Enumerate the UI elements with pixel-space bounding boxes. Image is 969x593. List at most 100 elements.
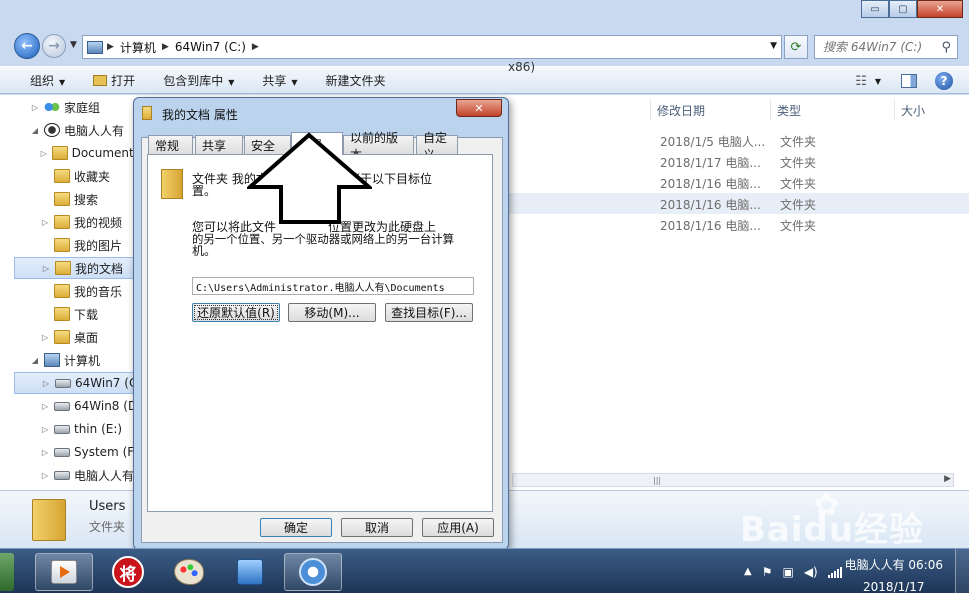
- drive-icon: [54, 401, 70, 411]
- expand-arrow-icon[interactable]: ▷: [41, 264, 51, 273]
- column-header-size[interactable]: 大小: [894, 99, 969, 121]
- nav-pictures[interactable]: 我的图片: [0, 234, 140, 256]
- table-row[interactable]: 2018/1/5 电脑人... 文件夹: [490, 130, 969, 151]
- taskbar-media-player[interactable]: [35, 553, 93, 591]
- expand-arrow-icon[interactable]: ▷: [41, 379, 51, 388]
- folder-icon: [54, 330, 70, 344]
- preview-pane-icon[interactable]: [901, 74, 917, 88]
- refresh-button[interactable]: ⟳: [784, 35, 808, 59]
- taskbar-paint[interactable]: [160, 553, 218, 591]
- find-target-button[interactable]: 查找目标(F)...: [385, 303, 473, 322]
- chevron-down-icon[interactable]: ▼: [875, 77, 881, 86]
- tab-sharing[interactable]: 共享: [195, 135, 243, 155]
- tab-general[interactable]: 常规: [148, 135, 193, 155]
- minimize-button[interactable]: ▭: [861, 0, 889, 18]
- row-type: 文件夹: [780, 198, 817, 212]
- table-row[interactable]: 2018/1/17 电脑... 文件夹: [490, 151, 969, 172]
- move-button[interactable]: 移动(M)...: [288, 303, 376, 322]
- breadcrumb-drive-c[interactable]: 64Win7 (C:): [175, 40, 246, 54]
- target-path-field[interactable]: [192, 277, 474, 295]
- expand-arrow-icon[interactable]: ▷: [30, 103, 40, 112]
- new-folder-button[interactable]: 新建文件夹: [312, 72, 400, 89]
- open-button[interactable]: 打开: [79, 72, 149, 89]
- nav-homegroup[interactable]: ▷ 家庭组: [0, 96, 140, 118]
- clipboard-icon[interactable]: ▣: [782, 565, 793, 579]
- nav-label: 收藏夹: [74, 169, 111, 184]
- nav-videos[interactable]: ▷ 我的视频: [0, 211, 140, 233]
- start-button[interactable]: [0, 553, 14, 591]
- help-icon[interactable]: ?: [935, 72, 953, 90]
- breadcrumb-computer[interactable]: 计算机: [120, 39, 156, 56]
- expand-arrow-icon[interactable]: ▷: [40, 471, 50, 480]
- nav-downloads[interactable]: 下载: [0, 303, 140, 325]
- forward-button[interactable]: →: [42, 34, 66, 58]
- column-label: 修改日期: [657, 103, 706, 118]
- horizontal-scrollbar[interactable]: ||| ▶: [512, 473, 954, 487]
- row-date: 2018/1/16 电脑...: [660, 177, 761, 191]
- collapse-arrow-icon[interactable]: ◢: [30, 356, 40, 365]
- nav-my-documents[interactable]: ▷ 我的文档: [14, 257, 140, 279]
- maximize-button[interactable]: ▢: [889, 0, 917, 18]
- nav-desktop[interactable]: ▷ 桌面: [0, 326, 140, 348]
- show-hidden-icons[interactable]: ▲: [744, 566, 752, 577]
- column-label: 大小: [901, 103, 926, 118]
- folder-icon: [32, 499, 66, 541]
- nav-drive-d[interactable]: ▷ 64Win8 (D: [0, 395, 140, 417]
- column-header-date[interactable]: 修改日期: [650, 99, 770, 121]
- scroll-grip-icon[interactable]: |||: [653, 476, 661, 485]
- command-bar: 组织 ▼ 打开 包含到库中 ▼ 共享 ▼ 新建文件夹 ☷ ▼ ?: [0, 66, 969, 94]
- search-input[interactable]: [823, 40, 935, 54]
- expand-arrow-icon[interactable]: ▷: [40, 333, 50, 342]
- taskbar-explorer[interactable]: [284, 553, 342, 591]
- nav-drive-e[interactable]: ▷ thin (E:): [0, 418, 140, 440]
- cancel-button[interactable]: 取消: [341, 518, 413, 537]
- nav-drive-c[interactable]: ▷ 64Win7 (C: [14, 372, 140, 394]
- table-row[interactable]: 2018/1/16 电脑... 文件夹: [490, 214, 969, 235]
- annotation-arrow-shape: [247, 132, 372, 224]
- nav-documents[interactable]: ▷ Documents: [0, 142, 140, 164]
- nav-computer[interactable]: ◢ 计算机: [0, 349, 140, 371]
- clock[interactable]: 电脑人人有 06:06 2018/1/17: [845, 557, 943, 593]
- nav-music[interactable]: 我的音乐: [0, 280, 140, 302]
- move-desc-line3: 机。: [192, 244, 217, 258]
- volume-icon[interactable]: ◀): [804, 565, 818, 579]
- nav-drive-f[interactable]: ▷ System (F:: [0, 441, 140, 463]
- restore-default-button[interactable]: 还原默认值(R): [192, 303, 280, 322]
- nav-drive-g[interactable]: ▷ 电脑人人有: [0, 464, 140, 486]
- expand-arrow-icon[interactable]: ▷: [40, 448, 50, 457]
- taskbar-network[interactable]: [222, 553, 278, 591]
- back-button[interactable]: ←: [14, 33, 40, 59]
- expand-arrow-icon[interactable]: ▷: [40, 218, 50, 227]
- signal-icon[interactable]: [827, 566, 842, 578]
- ok-button[interactable]: 确定: [260, 518, 332, 537]
- new-folder-label: 新建文件夹: [325, 73, 386, 88]
- search-box[interactable]: ⚲: [814, 35, 958, 59]
- address-dropdown[interactable]: ▼: [770, 41, 777, 51]
- taskbar-chess-app[interactable]: 将: [100, 553, 156, 591]
- share-button[interactable]: 共享 ▼: [248, 72, 311, 89]
- nav-favorites[interactable]: 收藏夹: [0, 165, 140, 187]
- table-row[interactable]: 2018/1/16 电脑... 文件夹: [490, 172, 969, 193]
- history-dropdown[interactable]: ▼: [70, 40, 77, 50]
- expand-arrow-icon[interactable]: ▷: [40, 149, 48, 158]
- nav-user[interactable]: ◢ 电脑人人有: [0, 119, 140, 141]
- apply-button[interactable]: 应用(A): [422, 518, 494, 537]
- search-icon[interactable]: ⚲: [941, 40, 951, 55]
- show-desktop-button[interactable]: [955, 549, 969, 593]
- table-row-selected[interactable]: 2018/1/16 电脑... 文件夹: [490, 193, 969, 214]
- organize-button[interactable]: 组织 ▼: [0, 72, 79, 89]
- nav-search[interactable]: 搜索: [0, 188, 140, 210]
- address-bar[interactable]: ▶ 计算机 ▶ 64Win7 (C:) ▶ ▼: [82, 35, 782, 59]
- scroll-right-icon[interactable]: ▶: [944, 474, 951, 484]
- view-options-icon[interactable]: ☷: [855, 74, 867, 89]
- column-header-type[interactable]: 类型: [770, 99, 894, 121]
- row-date: 2018/1/5 电脑人...: [660, 135, 766, 149]
- action-center-icon[interactable]: ⚑: [762, 565, 773, 579]
- dialog-close-button[interactable]: ✕: [456, 99, 502, 117]
- expand-arrow-icon[interactable]: ▷: [40, 425, 50, 434]
- close-button[interactable]: ✕: [917, 0, 963, 18]
- collapse-arrow-icon[interactable]: ◢: [30, 126, 40, 135]
- include-library-button[interactable]: 包含到库中 ▼: [149, 72, 248, 89]
- tab-customize[interactable]: 自定义: [416, 131, 458, 162]
- expand-arrow-icon[interactable]: ▷: [40, 402, 50, 411]
